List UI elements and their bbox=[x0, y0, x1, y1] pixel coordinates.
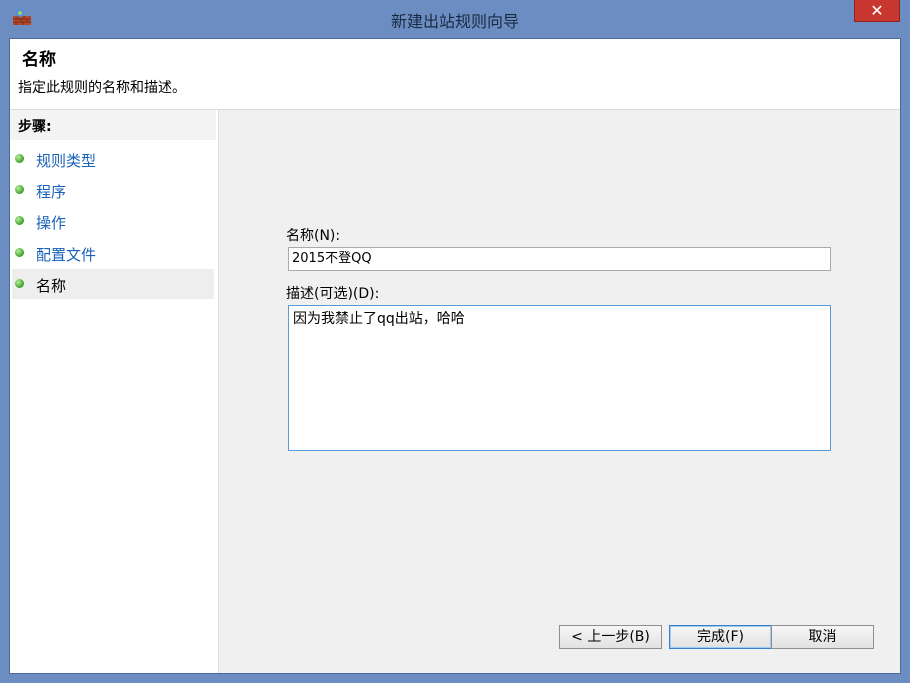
step-program[interactable]: 程序 bbox=[12, 175, 214, 205]
name-input[interactable]: 2015不登QQ bbox=[288, 247, 831, 271]
step-action[interactable]: 操作 bbox=[12, 206, 214, 236]
green-dot-icon bbox=[15, 279, 24, 288]
green-dot-icon bbox=[15, 185, 24, 194]
green-dot-icon bbox=[15, 154, 24, 163]
step-label[interactable]: 操作 bbox=[36, 212, 66, 233]
step-profile[interactable]: 配置文件 bbox=[12, 238, 214, 268]
step-rule-type[interactable]: 规则类型 bbox=[12, 144, 214, 174]
page-title: 名称 bbox=[22, 50, 56, 70]
step-label[interactable]: 程序 bbox=[36, 181, 66, 202]
step-name: 名称 bbox=[12, 269, 214, 299]
description-textarea[interactable]: 因为我禁止了qq出站，哈哈 bbox=[288, 305, 831, 451]
cancel-button[interactable]: 取消 bbox=[771, 625, 874, 649]
back-button[interactable]: < 上一步(B) bbox=[559, 625, 662, 649]
steps-sidebar: 步骤: 规则类型 程序 操作 配置文件 名称 bbox=[10, 110, 219, 673]
finish-button[interactable]: 完成(F) bbox=[669, 625, 772, 649]
close-button[interactable]: ✕ bbox=[854, 0, 900, 22]
step-label: 名称 bbox=[36, 277, 67, 295]
window-title: 新建出站规则向导 bbox=[390, 12, 519, 31]
page-header: 名称 指定此规则的名称和描述。 bbox=[10, 39, 900, 110]
steps-title: 步骤: bbox=[18, 119, 52, 135]
name-label: 名称(N): bbox=[286, 228, 341, 244]
wizard-window: 新建出站规则向导 ✕ 名称 指定此规则的名称和描述。 步骤: 规则类型 程序 操… bbox=[0, 0, 910, 683]
page-description: 指定此规则的名称和描述。 bbox=[18, 80, 186, 96]
title-bar[interactable]: 新建出站规则向导 ✕ bbox=[0, 0, 910, 38]
description-label: 描述(可选)(D): bbox=[286, 286, 380, 302]
wizard-client: 名称 指定此规则的名称和描述。 步骤: 规则类型 程序 操作 配置文件 名称 名… bbox=[9, 38, 901, 674]
step-label[interactable]: 规则类型 bbox=[36, 150, 96, 171]
green-dot-icon bbox=[15, 248, 24, 257]
step-label[interactable]: 配置文件 bbox=[36, 244, 96, 265]
green-dot-icon bbox=[15, 216, 24, 225]
